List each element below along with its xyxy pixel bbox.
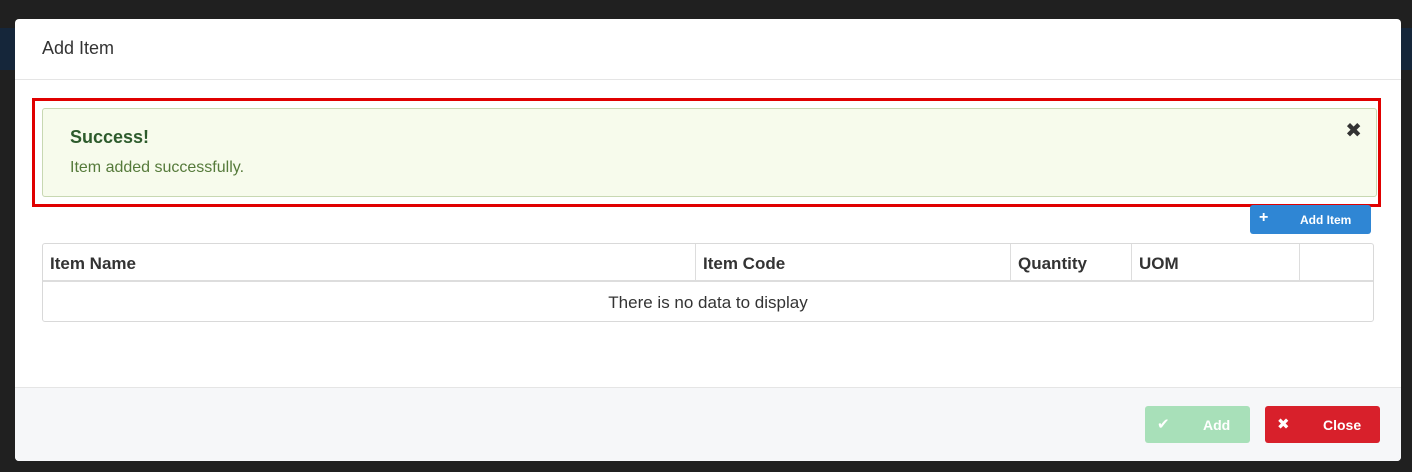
alert-message: Item added successfully. [70,159,245,176]
column-header-uom[interactable]: UOM [1132,244,1300,282]
items-grid: Item Name Item Code Quantity UOM There i… [42,243,1374,322]
close-button[interactable]: ✖ Close [1265,406,1380,443]
add-button-label: Add [1203,417,1231,433]
modal-header: Add Item [15,19,1401,80]
add-button[interactable]: ✔ Add [1145,406,1250,443]
add-item-modal: Add Item Success! Item added successfull… [15,19,1401,461]
column-header-quantity[interactable]: Quantity [1011,244,1132,282]
modal-title: Add Item [42,38,115,58]
close-icon: ✖ [1277,416,1290,433]
alert-title: Success! [70,127,150,147]
add-item-button[interactable]: + Add Item [1250,205,1371,234]
check-icon: ✔ [1157,416,1170,433]
column-header-item-code[interactable]: Item Code [696,244,1011,282]
empty-message: There is no data to display [608,293,808,312]
plus-icon: + [1259,209,1269,226]
close-button-label: Close [1323,417,1362,433]
grid-header: Item Name Item Code Quantity UOM [43,244,1373,282]
column-header-actions [1300,244,1374,282]
close-icon[interactable]: ✖ [1345,121,1362,141]
success-alert: Success! Item added successfully. ✖ [42,108,1377,197]
modal-footer: ✔ Add ✖ Close [15,387,1401,461]
column-header-item-name[interactable]: Item Name [43,244,696,282]
add-item-label: Add Item [1300,213,1352,227]
